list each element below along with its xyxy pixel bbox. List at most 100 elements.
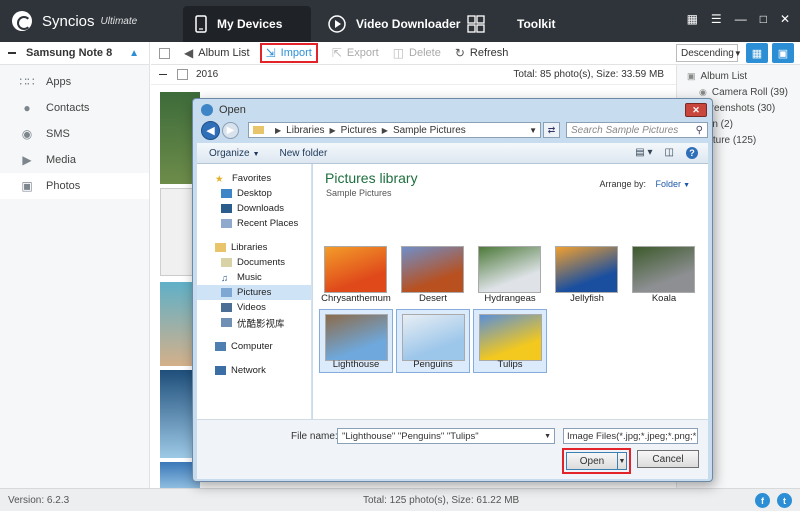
file-name: Lighthouse (332, 359, 380, 370)
address-refresh-button[interactable]: ⇄ (543, 122, 560, 138)
tab-toolkit[interactable]: Toolkit (467, 6, 555, 42)
file-content-pane: Pictures library Sample Pictures Arrange… (313, 164, 708, 419)
import-icon: ⇲ (265, 46, 276, 60)
preview-pane-icon[interactable]: ◫ (665, 147, 674, 159)
device-selector[interactable]: Samsung Note 8 ▲ (0, 42, 149, 65)
album-list-button[interactable]: ◀ Album List (184, 46, 250, 60)
tab-my-devices[interactable]: My Devices (183, 6, 311, 42)
file-tile[interactable]: Jellyfish (550, 242, 624, 306)
nav-downloads[interactable]: Downloads (197, 201, 311, 216)
export-icon: ⇱ (331, 46, 342, 60)
minimize-icon[interactable]: — (735, 12, 747, 26)
file-tile[interactable]: Lighthouse (319, 309, 393, 373)
refresh-button[interactable]: ↻ Refresh (455, 46, 509, 60)
breadcrumb-sample-pictures[interactable]: Sample Pictures (393, 125, 466, 136)
calendar-view-button[interactable]: ▦ (746, 43, 768, 63)
sidebar-item-label: Media (46, 154, 76, 166)
file-tile[interactable]: Tulips (473, 309, 547, 373)
facebook-icon[interactable]: f (755, 493, 770, 508)
file-type-value: Image Files(*.jpg;*.jpeg;*.png;*. (567, 430, 698, 442)
tab-video-downloader[interactable]: Video Downloader (328, 6, 460, 42)
syncios-logo-icon (12, 11, 32, 31)
import-button[interactable]: ⇲ Import (259, 43, 318, 63)
select-all-checkbox[interactable] (159, 47, 170, 59)
collapse-icon[interactable] (8, 52, 16, 54)
trash-icon: ◫ (392, 46, 405, 60)
cancel-button[interactable]: Cancel (637, 450, 699, 468)
nav-videos[interactable]: Videos (197, 300, 311, 315)
computer-icon (215, 342, 226, 351)
nav-youku-library[interactable]: 优酷影视库 (197, 315, 311, 330)
chevron-down-icon: ▼ (683, 182, 690, 189)
sidebar-item-apps[interactable]: ∷∷ Apps (0, 69, 149, 95)
group-checkbox[interactable] (177, 69, 188, 80)
file-thumbnail (325, 314, 388, 361)
change-view-icon[interactable]: ▤ ▾ (635, 147, 652, 159)
export-label: Export (346, 47, 379, 59)
nav-pictures[interactable]: Pictures (197, 285, 311, 300)
sidebar-item-media[interactable]: ▶ Media (0, 147, 149, 173)
nav-libraries[interactable]: Libraries (197, 240, 311, 255)
eject-icon[interactable]: ▲ (129, 48, 139, 59)
sidebar-item-photos[interactable]: ▣ Photos (0, 173, 149, 199)
clipboard-icon: ▣ (777, 47, 789, 60)
refresh-icon: ⇄ (547, 124, 556, 135)
close-icon[interactable]: ✕ (780, 12, 790, 26)
nav-network[interactable]: Network (197, 363, 311, 378)
sidebar-item-sms[interactable]: ◉ SMS (0, 121, 149, 147)
nav-desktop[interactable]: Desktop (197, 186, 311, 201)
sidebar-item-contacts[interactable]: ● Contacts (0, 95, 149, 121)
sidebar-item-label: Photos (46, 180, 81, 192)
maximize-icon[interactable]: □ (760, 12, 767, 26)
organize-label: Organize (209, 147, 250, 159)
chevron-down-icon[interactable]: ▼ (544, 433, 551, 440)
nav-documents[interactable]: Documents (197, 255, 311, 270)
back-button[interactable]: ◀ (201, 121, 220, 140)
breadcrumb-pictures[interactable]: Pictures (341, 125, 377, 136)
arrange-by: Arrange by: Folder ▼ (600, 179, 691, 189)
file-tile[interactable]: Koala (627, 242, 701, 306)
arrange-value-button[interactable]: Folder ▼ (656, 179, 690, 189)
file-type-select[interactable]: Image Files(*.jpg;*.jpeg;*.png;*. ▼ (563, 428, 698, 444)
new-folder-button[interactable]: New folder (280, 148, 328, 159)
help-icon[interactable]: ? (686, 147, 698, 159)
delete-button[interactable]: ◫ Delete (393, 46, 441, 60)
group-summary: Total: 85 photo(s), Size: 33.59 MB (513, 69, 664, 80)
nav-computer[interactable]: Computer (197, 339, 311, 354)
album-view-button[interactable]: ▣ (772, 43, 794, 63)
file-name-input[interactable]: "Lighthouse" "Penguins" "Tulips" ▼ (337, 428, 555, 444)
nav-favorites[interactable]: ★ Favorites (197, 171, 311, 186)
sidebar-item-label: Apps (46, 76, 72, 88)
album-list-header[interactable]: ▣ Album List (677, 68, 800, 84)
nav-recent-places[interactable]: Recent Places (197, 216, 311, 231)
breadcrumb-libraries[interactable]: Libraries (286, 125, 324, 136)
sort-select[interactable]: Descending ▼ (676, 44, 742, 62)
twitter-icon[interactable]: t (777, 493, 792, 508)
open-button[interactable]: Open (566, 452, 618, 470)
organize-button[interactable]: Organize ▼ (209, 148, 260, 159)
file-tile[interactable]: Penguins (396, 309, 470, 373)
nav-label: Recent Places (237, 218, 299, 229)
forward-button[interactable]: ▶ (222, 122, 239, 139)
nav-label: Downloads (237, 203, 284, 214)
sidebar-item-label: SMS (46, 128, 70, 140)
open-dropdown-button[interactable]: ▼ (617, 452, 627, 470)
file-thumbnail (401, 246, 464, 293)
collapse-dash-icon[interactable] (159, 74, 167, 75)
export-button[interactable]: ⇱ Export (332, 46, 379, 60)
address-bar[interactable]: ▶ Libraries ▶ Pictures ▶ Sample Pictures… (248, 122, 541, 138)
breadcrumb-separator-icon: ▶ (381, 125, 388, 135)
app-logo: Syncios Ultimate (12, 11, 137, 31)
dialog-close-button[interactable]: ✕ (685, 103, 707, 117)
play-icon (328, 15, 346, 33)
group-year: 2016 (196, 69, 219, 80)
message-icon[interactable]: ▦ (687, 12, 698, 26)
file-name: Desert (419, 293, 447, 304)
file-tile[interactable]: Chrysanthemum (319, 242, 393, 306)
file-tile[interactable]: Desert (396, 242, 470, 306)
file-tile[interactable]: Hydrangeas (473, 242, 547, 306)
search-input[interactable]: Search Sample Pictures ⚲ (566, 122, 708, 138)
menu-icon[interactable]: ☰ (711, 12, 722, 26)
nav-music[interactable]: ♫ Music (197, 270, 311, 285)
chevron-down-icon[interactable]: ▼ (529, 126, 537, 135)
